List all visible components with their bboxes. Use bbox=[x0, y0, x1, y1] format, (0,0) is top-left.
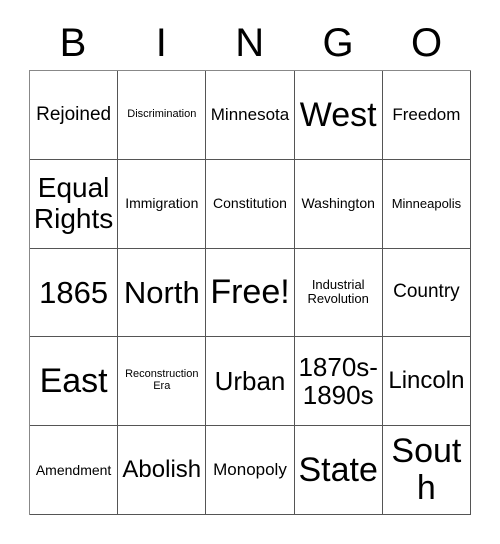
bingo-cell-r2c3[interactable]: Constitution bbox=[206, 159, 295, 249]
bingo-cell-label: Discrimination bbox=[127, 107, 197, 120]
bingo-cell-label: 1870s-1890s bbox=[298, 352, 378, 411]
bingo-cell-label: Amendment bbox=[35, 461, 112, 478]
bingo-cell-r4c5[interactable]: Lincoln bbox=[382, 337, 471, 427]
bingo-cell-label: Industrial Revolution bbox=[307, 277, 369, 307]
bingo-cell-r2c1[interactable]: Equal Rights bbox=[30, 159, 119, 249]
bingo-cell-r1c2[interactable]: Discrimination bbox=[118, 71, 207, 160]
bingo-cell-label: Urban bbox=[214, 366, 286, 397]
bingo-header-letter-o: O bbox=[410, 21, 443, 65]
bingo-cell-r5c3[interactable]: Monopoly bbox=[206, 426, 295, 515]
bingo-cell-label: Freedom bbox=[392, 104, 461, 124]
bingo-header-letter-g: G bbox=[322, 21, 355, 65]
bingo-cell-label: State bbox=[298, 450, 378, 489]
bingo-cell-label: Abolish bbox=[122, 456, 202, 484]
bingo-header-letter-b: B bbox=[59, 21, 87, 65]
bingo-cell-label: Immigration bbox=[125, 195, 199, 212]
bingo-cell-r5c1[interactable]: Amendment bbox=[30, 426, 119, 515]
bingo-cell-r2c5[interactable]: Minneapolis bbox=[382, 159, 471, 249]
bingo-cell-r4c4[interactable]: 1870s-1890s bbox=[294, 337, 383, 427]
bingo-cell-r3c1[interactable]: 1865 bbox=[30, 248, 119, 338]
bingo-cell-label: Minnesota bbox=[210, 104, 290, 124]
bingo-cell-r2c2[interactable]: Immigration bbox=[118, 159, 207, 249]
bingo-cell-r1c4[interactable]: West bbox=[294, 71, 383, 160]
bingo-cell-label: 1865 bbox=[39, 274, 109, 310]
bingo-cell-label: East bbox=[39, 361, 108, 400]
bingo-cell-label: North bbox=[123, 274, 200, 310]
bingo-cell-label: Equal Rights bbox=[33, 172, 114, 234]
bingo-cell-r2c4[interactable]: Washington bbox=[294, 159, 383, 249]
bingo-header: B I N G O bbox=[29, 16, 471, 70]
bingo-cell-free-space[interactable]: Free! bbox=[206, 248, 295, 338]
bingo-cell-label: Rejoined bbox=[36, 103, 112, 125]
bingo-cell-label: West bbox=[299, 95, 377, 134]
bingo-cell-r5c5[interactable]: South bbox=[382, 426, 471, 515]
bingo-cell-r5c4[interactable]: State bbox=[294, 426, 383, 515]
bingo-card: B I N G O Rejoined Discrimination Minnes… bbox=[0, 0, 500, 544]
bingo-cell-r3c4[interactable]: Industrial Revolution bbox=[294, 248, 383, 338]
bingo-header-letter-i: I bbox=[155, 21, 168, 65]
bingo-cell-label: Monopoly bbox=[213, 459, 287, 479]
bingo-cell-r1c1[interactable]: Rejoined bbox=[30, 71, 119, 160]
bingo-cell-r3c5[interactable]: Country bbox=[382, 248, 471, 338]
bingo-cell-r4c3[interactable]: Urban bbox=[206, 337, 295, 427]
bingo-cell-r3c2[interactable]: North bbox=[118, 248, 207, 338]
bingo-cell-label: South bbox=[391, 432, 462, 508]
bingo-cell-label: Free! bbox=[210, 273, 290, 312]
bingo-cell-label: Minneapolis bbox=[391, 195, 462, 211]
bingo-cell-label: Washington bbox=[301, 195, 375, 212]
bingo-cell-r1c3[interactable]: Minnesota bbox=[206, 71, 295, 160]
bingo-header-letter-n: N bbox=[235, 21, 265, 65]
bingo-cell-r4c2[interactable]: Reconstruction Era bbox=[118, 337, 207, 427]
bingo-cell-r5c2[interactable]: Abolish bbox=[118, 426, 207, 515]
bingo-cell-label: Country bbox=[393, 281, 460, 303]
bingo-cell-r1c5[interactable]: Freedom bbox=[382, 71, 471, 160]
bingo-cell-r4c1[interactable]: East bbox=[30, 337, 119, 427]
bingo-grid: Rejoined Discrimination Minnesota West F… bbox=[29, 70, 471, 515]
bingo-cell-label: Lincoln bbox=[388, 367, 465, 395]
bingo-cell-label: Constitution bbox=[213, 195, 287, 212]
bingo-cell-label: Reconstruction Era bbox=[125, 368, 199, 393]
